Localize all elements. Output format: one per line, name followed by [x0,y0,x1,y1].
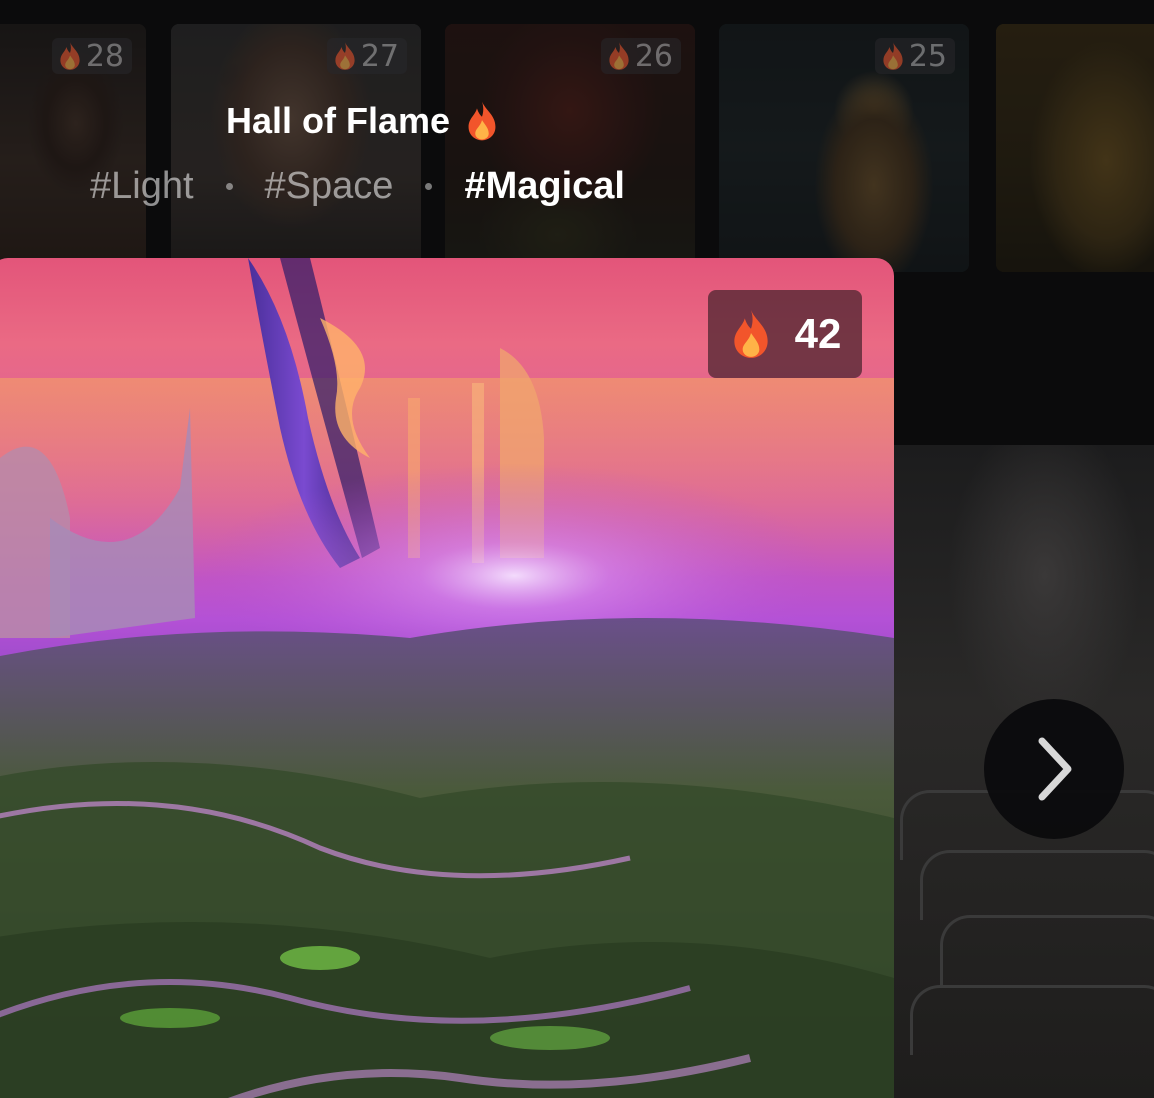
flame-icon [734,310,768,358]
rank-number: 25 [908,38,947,74]
flame-icon [468,101,496,141]
rank-badge: 25 [874,38,955,74]
thumbnail-card[interactable] [996,24,1154,272]
separator-dot [425,182,433,190]
flame-icon [883,42,903,70]
hall-of-flame-screen: 28 27 26 25 Hall of Flame #Light #Space … [0,0,1154,1098]
tag-magical[interactable]: #Magical [464,165,625,208]
hall-title-text: Hall of Flame [226,100,451,141]
fire-count-badge[interactable]: 42 [708,290,862,378]
tag-space[interactable]: #Space [265,165,394,208]
rank-badge: 28 [51,38,132,74]
chevron-right-icon [1038,737,1072,801]
next-button[interactable] [984,699,1124,839]
flame-icon [60,42,80,70]
hall-title: Hall of Flame [226,96,500,146]
thumbnail-card[interactable]: 26 [445,24,695,272]
flame-icon [335,42,355,70]
rank-badge: 26 [600,38,681,74]
rank-number: 28 [85,38,124,74]
flame-icon [609,42,629,70]
rank-number: 26 [634,38,673,74]
thumbnail-card[interactable]: 27 [171,24,421,272]
tag-light[interactable]: #Light [90,165,194,208]
featured-artwork-card[interactable] [0,258,894,1098]
tag-filter-bar: #Light #Space #Magical [90,160,625,212]
separator-dot [225,182,233,190]
thumbnail-card[interactable]: 28 [0,24,146,272]
rank-number: 27 [360,38,399,74]
thumbnail-card[interactable]: 25 [719,24,969,272]
featured-artwork-image [0,258,894,1098]
rank-badge: 27 [326,38,407,74]
fire-count: 42 [794,310,842,357]
